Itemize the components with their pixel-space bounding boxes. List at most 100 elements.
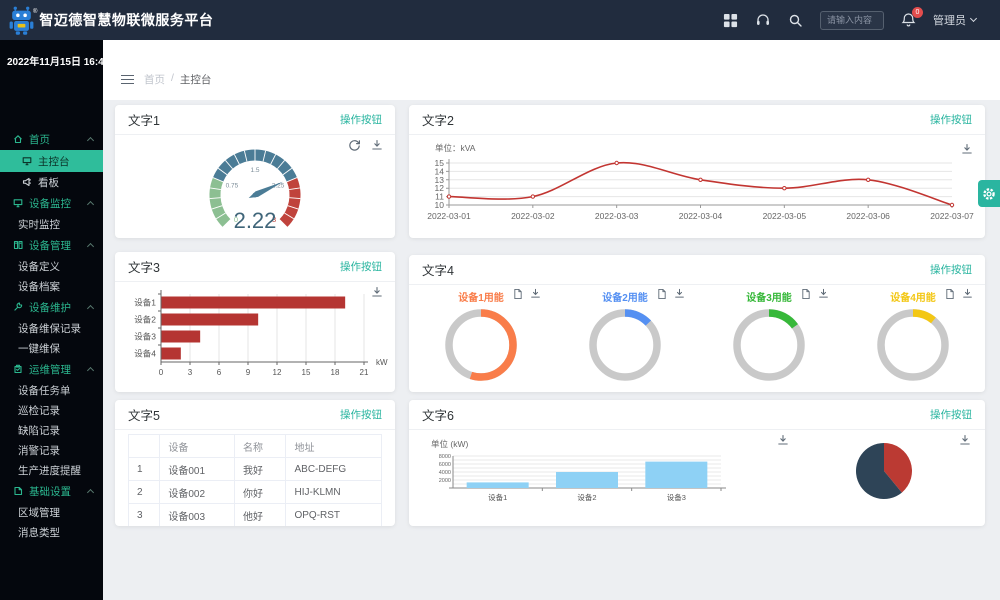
sidebar-item-生产进度提醒[interactable]: 生产进度提醒 <box>0 460 103 480</box>
donut-chart <box>730 304 808 384</box>
svg-text:1.5: 1.5 <box>250 167 259 174</box>
sidebar-item-首页[interactable]: 首页 <box>0 128 103 150</box>
card6-action-button[interactable]: 操作按钮 <box>930 407 972 422</box>
svg-text:设备2: 设备2 <box>134 315 156 325</box>
svg-text:15: 15 <box>302 368 311 377</box>
svg-text:8000: 8000 <box>439 454 451 460</box>
document-icon[interactable] <box>945 288 955 300</box>
document-icon[interactable] <box>657 288 667 300</box>
download-icon[interactable] <box>777 434 789 446</box>
notification-badge: 0 <box>912 7 923 18</box>
donut-chart <box>874 304 952 384</box>
svg-text:6000: 6000 <box>439 462 451 468</box>
sidebar-item-设备定义[interactable]: 设备定义 <box>0 256 103 276</box>
svg-text:12: 12 <box>273 368 282 377</box>
sidebar-item-设备监控[interactable]: 设备监控 <box>0 192 103 214</box>
sidebar-item-缺陷记录[interactable]: 缺陷记录 <box>0 420 103 440</box>
table-row[interactable]: 3设备003他好OPQ-RST <box>129 504 382 527</box>
card3-title: 文字3 <box>128 257 160 276</box>
download-icon[interactable] <box>818 288 829 300</box>
vertical-bar-chart: 2000400060008000设备1设备2设备3 <box>421 448 761 520</box>
breadcrumb: 首页 / 主控台 <box>121 72 211 87</box>
card-text1: 文字1 操作按钮 0.751.52.25032.22 <box>115 105 395 238</box>
svg-text:2000: 2000 <box>439 478 451 484</box>
card1-title: 文字1 <box>128 110 160 129</box>
refresh-icon[interactable] <box>348 139 361 152</box>
sidebar-item-区域管理[interactable]: 区域管理 <box>0 502 103 522</box>
apps-grid-icon[interactable] <box>723 13 738 28</box>
svg-text:2022-03-04: 2022-03-04 <box>679 211 723 221</box>
device-icon <box>13 240 23 250</box>
table-row[interactable]: 2设备002你好HIJ-KLMN <box>129 481 382 504</box>
sidebar-item-基础设置[interactable]: 基础设置 <box>0 480 103 502</box>
line-chart: 单位：kVA1011121314152022-03-012022-03-0220… <box>417 139 977 235</box>
download-icon[interactable] <box>961 143 973 155</box>
sidebar-item-实时监控[interactable]: 实时监控 <box>0 214 103 234</box>
download-icon[interactable] <box>962 288 973 300</box>
sidebar-item-运维管理[interactable]: 运维管理 <box>0 358 103 380</box>
svg-text:单位：kVA: 单位：kVA <box>435 143 476 153</box>
horizontal-bar-chart: 036912151821kW设备1设备2设备3设备4 <box>119 282 391 388</box>
svg-text:设备3: 设备3 <box>667 492 686 502</box>
search-input[interactable] <box>820 11 884 30</box>
card4-action-button[interactable]: 操作按钮 <box>930 262 972 277</box>
sidebar-item-看板[interactable]: 看板 <box>0 172 103 192</box>
svg-text:18: 18 <box>331 368 340 377</box>
svg-text:kW: kW <box>376 358 388 367</box>
topbar-strip: 首页 / 主控台 <box>103 40 1000 100</box>
svg-text:设备4: 设备4 <box>134 349 156 359</box>
download-icon[interactable] <box>674 288 685 300</box>
svg-text:2.22: 2.22 <box>234 208 277 233</box>
sidebar-item-设备管理[interactable]: 设备管理 <box>0 234 103 256</box>
sidebar-item-设备维护[interactable]: 设备维护 <box>0 296 103 318</box>
card-text6: 文字6 操作按钮 单位 (kW) 2000400060008000设备1设备2设… <box>409 400 985 526</box>
pie-chart <box>852 439 916 503</box>
sidebar-item-消警记录[interactable]: 消警记录 <box>0 440 103 460</box>
svg-text:6: 6 <box>217 368 222 377</box>
svg-text:0: 0 <box>159 368 164 377</box>
card4-title: 文字4 <box>422 260 454 279</box>
bell-icon[interactable]: 0 <box>901 12 916 28</box>
download-icon[interactable] <box>371 139 383 152</box>
theme-settings-button[interactable] <box>978 180 1000 207</box>
svg-text:设备1: 设备1 <box>488 492 507 502</box>
sidebar: 2022年11月15日 16:44:13 首页主控台看板设备监控实时监控设备管理… <box>0 40 103 600</box>
headset-icon[interactable] <box>755 12 771 28</box>
chevron-up-icon <box>87 367 94 374</box>
sidebar-item-设备档案[interactable]: 设备档案 <box>0 276 103 296</box>
svg-text:2022-03-03: 2022-03-03 <box>595 211 639 221</box>
donut-设备3用能: 设备3用能 <box>697 285 841 391</box>
card5-title: 文字5 <box>128 405 160 424</box>
sidebar-item-消息类型[interactable]: 消息类型 <box>0 522 103 542</box>
document-icon[interactable] <box>801 288 811 300</box>
search-icon[interactable] <box>788 13 803 28</box>
document-icon[interactable] <box>513 288 523 300</box>
breadcrumb-home[interactable]: 首页 <box>144 72 165 87</box>
card3-action-button[interactable]: 操作按钮 <box>340 259 382 274</box>
gear-icon <box>982 187 996 201</box>
card1-action-button[interactable]: 操作按钮 <box>340 112 382 127</box>
board-icon <box>22 177 32 187</box>
sidebar-item-设备任务单[interactable]: 设备任务单 <box>0 380 103 400</box>
breadcrumb-current: 主控台 <box>180 72 212 87</box>
chevron-up-icon <box>87 201 94 208</box>
table-row[interactable]: 1设备001我好ABC-DEFG <box>129 458 382 481</box>
svg-text:4000: 4000 <box>439 470 451 476</box>
sidebar-item-巡检记录[interactable]: 巡检记录 <box>0 400 103 420</box>
download-icon[interactable] <box>959 434 971 446</box>
chevron-up-icon <box>87 305 94 312</box>
gauge-chart: 0.751.52.25032.22 <box>160 135 350 235</box>
download-icon[interactable] <box>530 288 541 300</box>
collapse-menu-icon[interactable] <box>121 72 134 87</box>
card2-title: 文字2 <box>422 110 454 129</box>
user-menu[interactable]: 管理员 <box>933 12 976 28</box>
card2-action-button[interactable]: 操作按钮 <box>930 112 972 127</box>
top-header: ® 智迈德智慧物联微服务平台 0 管理员 <box>0 0 1000 40</box>
sidebar-item-主控台[interactable]: 主控台 <box>0 150 103 172</box>
device-table: 设备名称地址 1设备001我好ABC-DEFG2设备002你好HIJ-KLMN3… <box>128 434 382 526</box>
ops-icon <box>13 364 23 374</box>
sidebar-item-一键维保[interactable]: 一键维保 <box>0 338 103 358</box>
download-icon[interactable] <box>371 286 383 298</box>
card5-action-button[interactable]: 操作按钮 <box>340 407 382 422</box>
sidebar-item-设备维保记录[interactable]: 设备维保记录 <box>0 318 103 338</box>
